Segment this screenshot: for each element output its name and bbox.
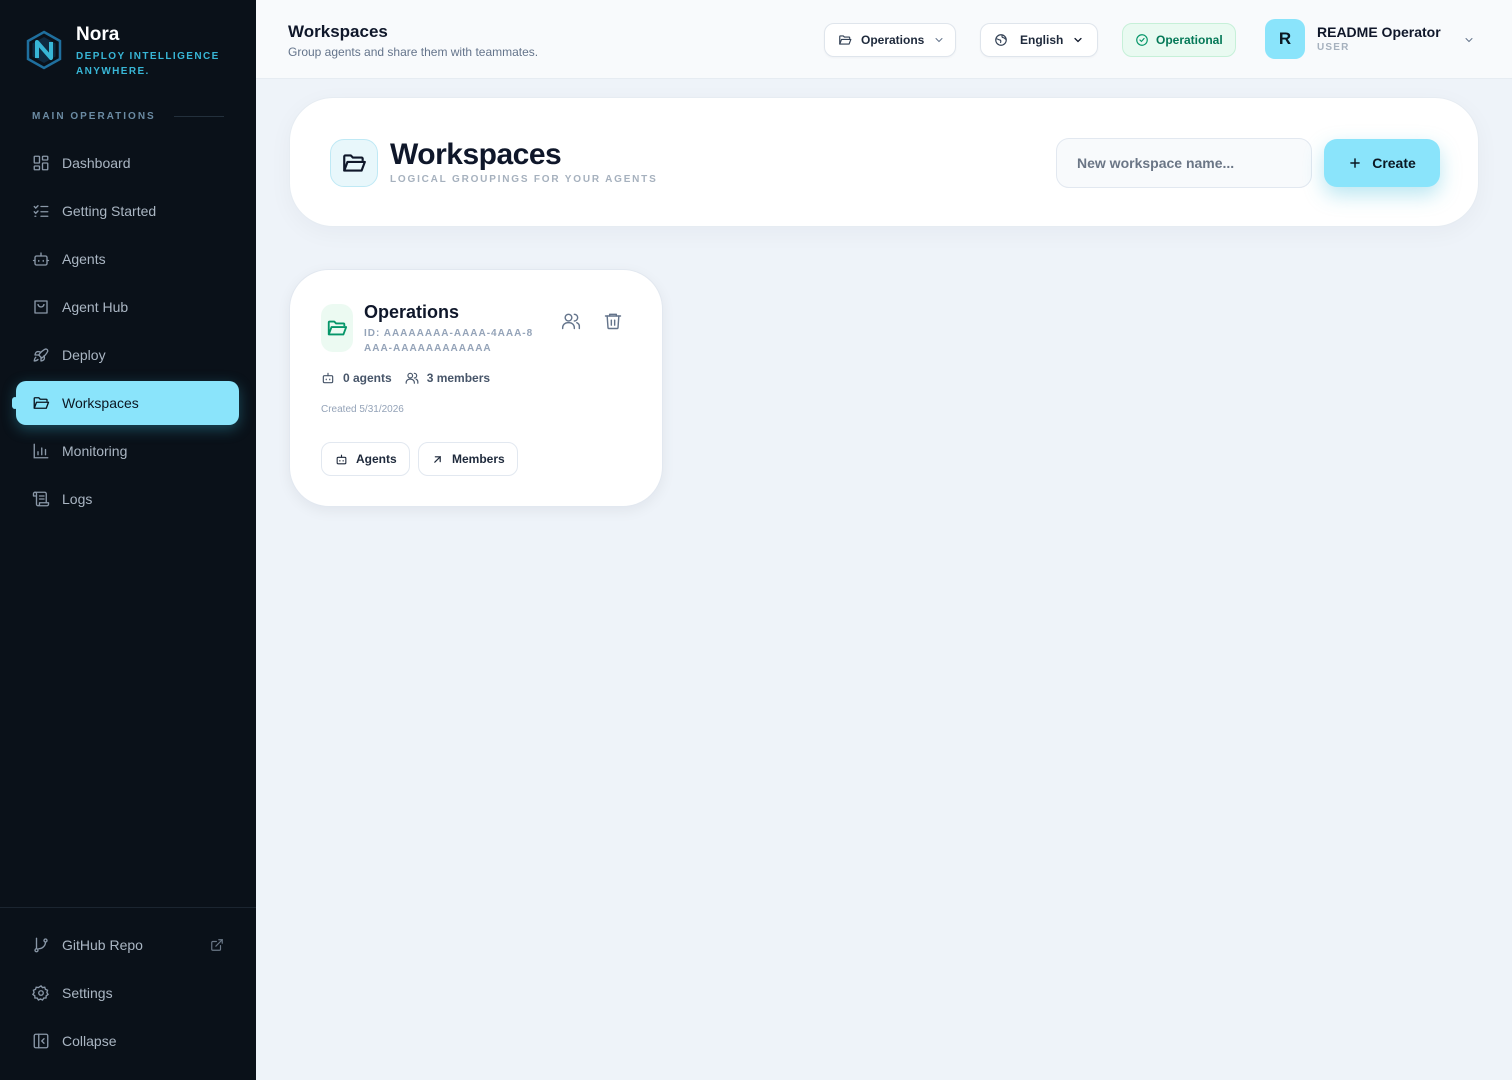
workspace-name: Operations bbox=[364, 302, 460, 322]
user-name: README Operator bbox=[1317, 24, 1441, 40]
sidebar-item-getting-started[interactable]: Getting Started bbox=[16, 189, 239, 233]
sidebar-item-label: Getting Started bbox=[62, 203, 157, 219]
workspaces-header-card: Workspaces LOGICAL GROUPINGS FOR YOUR AG… bbox=[289, 97, 1479, 227]
external-link-icon bbox=[210, 938, 224, 952]
globe-icon bbox=[994, 33, 1008, 47]
checklist-icon bbox=[32, 202, 50, 220]
status-label: Operational bbox=[1156, 33, 1223, 47]
sidebar-item-label: Agents bbox=[62, 251, 106, 267]
new-workspace-name-input[interactable] bbox=[1056, 138, 1312, 188]
sidebar-footer: GitHub Repo Settings Collapse bbox=[0, 907, 256, 1067]
members-button-label: Members bbox=[452, 452, 505, 466]
dashboard-icon bbox=[32, 154, 50, 172]
github-repo-label: GitHub Repo bbox=[62, 937, 143, 953]
folder-open-icon bbox=[321, 304, 353, 352]
sidebar-item-label: Dashboard bbox=[62, 155, 131, 171]
workspace-stats: 0 agents 3 members bbox=[321, 371, 490, 385]
sidebar-item-label: Monitoring bbox=[62, 443, 128, 459]
language-selector-label: English bbox=[1020, 33, 1064, 47]
workspaces-subheading: LOGICAL GROUPINGS FOR YOUR AGENTS bbox=[390, 174, 658, 185]
sidebar-item-deploy[interactable]: Deploy bbox=[16, 333, 239, 377]
topbar: Workspaces Group agents and share them w… bbox=[256, 0, 1512, 79]
settings-link[interactable]: Settings bbox=[16, 971, 240, 1015]
arrow-up-right-icon bbox=[431, 453, 444, 466]
sidebar-item-label: Logs bbox=[62, 491, 93, 507]
brand-tagline: DEPLOY INTELLIGENCE ANYWHERE. bbox=[76, 51, 220, 77]
member-count: 3 members bbox=[426, 371, 491, 385]
brand[interactable]: Nora DEPLOY INTELLIGENCE ANYWHERE. bbox=[24, 24, 226, 79]
workspace-agents-button[interactable]: Agents bbox=[321, 442, 410, 476]
workspace-id: ID: AAAAAAAA-AAAA-4AAA-8AAA-AAAAAAAAAAAA bbox=[364, 328, 534, 354]
check-circle-icon bbox=[1135, 33, 1149, 47]
workspace-members-button[interactable]: Members bbox=[418, 442, 518, 476]
language-selector[interactable]: English bbox=[980, 23, 1098, 57]
bar-chart-icon bbox=[32, 442, 50, 460]
collapse-label: Collapse bbox=[62, 1033, 117, 1049]
avatar: R bbox=[1265, 19, 1305, 59]
collapse-sidebar-button[interactable]: Collapse bbox=[16, 1019, 240, 1063]
bot-icon bbox=[321, 371, 335, 385]
section-label-text: MAIN OPERATIONS bbox=[32, 111, 156, 122]
folder-open-icon bbox=[330, 139, 378, 187]
folder-icon bbox=[838, 33, 852, 47]
workspace-selector[interactable]: Operations bbox=[824, 23, 956, 57]
users-icon bbox=[405, 371, 419, 385]
agent-count: 0 agents bbox=[343, 371, 392, 385]
workspace-card: Operations ID: AAAAAAAA-AAAA-4AAA-8AAA-A… bbox=[289, 269, 663, 507]
user-menu[interactable]: R README Operator USER bbox=[1265, 19, 1473, 59]
section-divider bbox=[173, 116, 224, 117]
sidebar-item-logs[interactable]: Logs bbox=[16, 477, 239, 521]
created-date: Created 5/31/2026 bbox=[321, 404, 404, 415]
brand-name: Nora bbox=[76, 24, 120, 45]
shopping-bag-icon bbox=[32, 298, 50, 316]
github-repo-link[interactable]: GitHub Repo bbox=[16, 923, 240, 967]
scroll-icon bbox=[32, 490, 50, 508]
nav-section-label: MAIN OPERATIONS bbox=[32, 111, 224, 122]
sidebar-collapse-icon bbox=[32, 1032, 50, 1050]
bot-icon bbox=[32, 250, 50, 268]
system-status-badge: Operational bbox=[1122, 23, 1236, 57]
plus-icon bbox=[1348, 156, 1362, 170]
git-branch-icon bbox=[32, 936, 50, 954]
sidebar-item-label: Workspaces bbox=[62, 395, 139, 411]
user-role: USER bbox=[1317, 42, 1350, 53]
sidebar-item-workspaces[interactable]: Workspaces bbox=[12, 381, 239, 425]
page-subtitle: Group agents and share them with teammat… bbox=[288, 45, 539, 59]
delete-workspace-icon[interactable] bbox=[603, 311, 623, 331]
sidebar-item-label: Deploy bbox=[62, 347, 106, 363]
page-title: Workspaces bbox=[288, 22, 388, 41]
manage-members-icon[interactable] bbox=[561, 311, 581, 331]
workspaces-heading: Workspaces bbox=[390, 138, 562, 171]
sidebar-item-monitoring[interactable]: Monitoring bbox=[16, 429, 239, 473]
rocket-icon bbox=[32, 346, 50, 364]
settings-label: Settings bbox=[62, 985, 113, 1001]
chevron-down-icon bbox=[1072, 34, 1084, 46]
sidebar: Nora DEPLOY INTELLIGENCE ANYWHERE. MAIN … bbox=[0, 0, 256, 1080]
bot-icon bbox=[335, 453, 348, 466]
sidebar-item-dashboard[interactable]: Dashboard bbox=[16, 141, 239, 185]
nora-logo-icon bbox=[24, 30, 64, 70]
main-nav: Dashboard Getting Started Agents Agent H… bbox=[12, 141, 239, 525]
create-label: Create bbox=[1372, 155, 1416, 171]
sidebar-item-label: Agent Hub bbox=[62, 299, 129, 315]
sidebar-item-agents[interactable]: Agents bbox=[16, 237, 239, 281]
agents-button-label: Agents bbox=[356, 452, 397, 466]
chevron-down-icon bbox=[1463, 34, 1475, 46]
sidebar-item-agent-hub[interactable]: Agent Hub bbox=[16, 285, 239, 329]
gear-icon bbox=[32, 984, 50, 1002]
folder-open-icon bbox=[32, 394, 50, 412]
create-workspace-button[interactable]: Create bbox=[1324, 139, 1440, 187]
chevron-down-icon bbox=[933, 34, 945, 46]
workspace-selector-label: Operations bbox=[861, 33, 925, 47]
